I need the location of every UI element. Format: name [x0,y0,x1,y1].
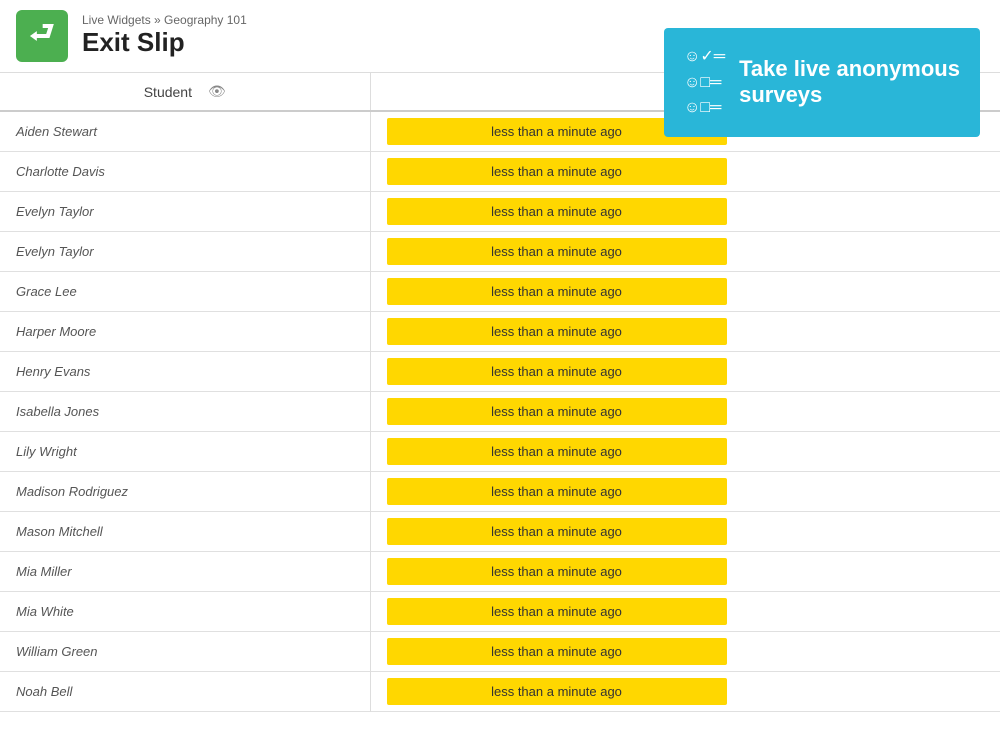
student-name: Mason Mitchell [0,512,370,552]
col-header-student: Student 👁 [0,73,370,111]
student-name: Evelyn Taylor [0,192,370,232]
student-status-cell: less than a minute ago [370,472,1000,512]
app-logo: ⮐ [16,10,68,62]
student-name: Madison Rodriguez [0,472,370,512]
status-badge: less than a minute ago [387,638,727,665]
table-row: Lily Wright less than a minute ago [0,432,1000,472]
student-name: Noah Bell [0,672,370,712]
status-badge: less than a minute ago [387,318,727,345]
student-name: Mia White [0,592,370,632]
status-badge: less than a minute ago [387,398,727,425]
tooltip-text: Take live anonymoussurveys [739,56,960,109]
status-badge: less than a minute ago [387,518,727,545]
table-row: Harper Moore less than a minute ago [0,312,1000,352]
table-row: Noah Bell less than a minute ago [0,672,1000,712]
student-name: Aiden Stewart [0,111,370,152]
student-status-cell: less than a minute ago [370,592,1000,632]
tooltip-icon-3: ☺□═ [684,95,725,121]
tooltip-icon-1: ☺✓═ [684,44,725,70]
table-row: Henry Evans less than a minute ago [0,352,1000,392]
student-name: Harper Moore [0,312,370,352]
student-table-container: Student 👁 Las Aiden Stewartless than a m… [0,73,1000,712]
student-status-cell: less than a minute ago [370,432,1000,472]
logo-icon: ⮐ [29,12,54,60]
status-badge: less than a minute ago [387,678,727,705]
student-name: Isabella Jones [0,392,370,432]
page-title: Exit Slip [82,27,247,58]
table-row: William Green less than a minute ago [0,632,1000,672]
status-badge: less than a minute ago [387,358,727,385]
app-header: ⮐ Live Widgets » Geography 101 Exit Slip… [0,0,1000,73]
status-badge: less than a minute ago [387,198,727,225]
status-badge: less than a minute ago [387,278,727,305]
student-name: Mia Miller [0,552,370,592]
student-status-cell: less than a minute ago [370,632,1000,672]
table-row: Mason Mitchell less than a minute ago [0,512,1000,552]
student-name: Evelyn Taylor [0,232,370,272]
tooltip-icon-2: ☺□═ [684,70,725,96]
visibility-icon[interactable]: 👁 [208,83,226,100]
table-row: Mia White less than a minute ago [0,592,1000,632]
table-row: Grace Lee less than a minute ago [0,272,1000,312]
student-name: Henry Evans [0,352,370,392]
table-row: Madison Rodriguez less than a minute ago [0,472,1000,512]
tooltip-popup: ☺✓═ ☺□═ ☺□═ Take live anonymoussurveys [664,28,980,137]
status-badge: less than a minute ago [387,558,727,585]
table-row: Isabella Jones less than a minute ago [0,392,1000,432]
student-name: William Green [0,632,370,672]
student-status-cell: less than a minute ago [370,152,1000,192]
status-badge: less than a minute ago [387,598,727,625]
student-status-cell: less than a minute ago [370,192,1000,232]
student-status-cell: less than a minute ago [370,352,1000,392]
status-badge: less than a minute ago [387,238,727,265]
student-name: Grace Lee [0,272,370,312]
status-badge: less than a minute ago [387,438,727,465]
student-name: Charlotte Davis [0,152,370,192]
tooltip-icons: ☺✓═ ☺□═ ☺□═ [684,44,725,121]
student-table: Student 👁 Las Aiden Stewartless than a m… [0,73,1000,712]
status-badge: less than a minute ago [387,478,727,505]
student-status-cell: less than a minute ago [370,312,1000,352]
table-row: Evelyn Taylor less than a minute ago [0,232,1000,272]
status-badge: less than a minute ago [387,158,727,185]
student-status-cell: less than a minute ago [370,392,1000,432]
table-row: Evelyn Taylor less than a minute ago [0,192,1000,232]
student-status-cell: less than a minute ago [370,672,1000,712]
table-row: Charlotte Davis less than a minute ago [0,152,1000,192]
student-status-cell: less than a minute ago [370,512,1000,552]
student-status-cell: less than a minute ago [370,272,1000,312]
breadcrumb: Live Widgets » Geography 101 [82,13,247,27]
student-name: Lily Wright [0,432,370,472]
student-status-cell: less than a minute ago [370,552,1000,592]
table-row: Mia Miller less than a minute ago [0,552,1000,592]
student-status-cell: less than a minute ago [370,232,1000,272]
header-text: Live Widgets » Geography 101 Exit Slip [82,13,247,58]
